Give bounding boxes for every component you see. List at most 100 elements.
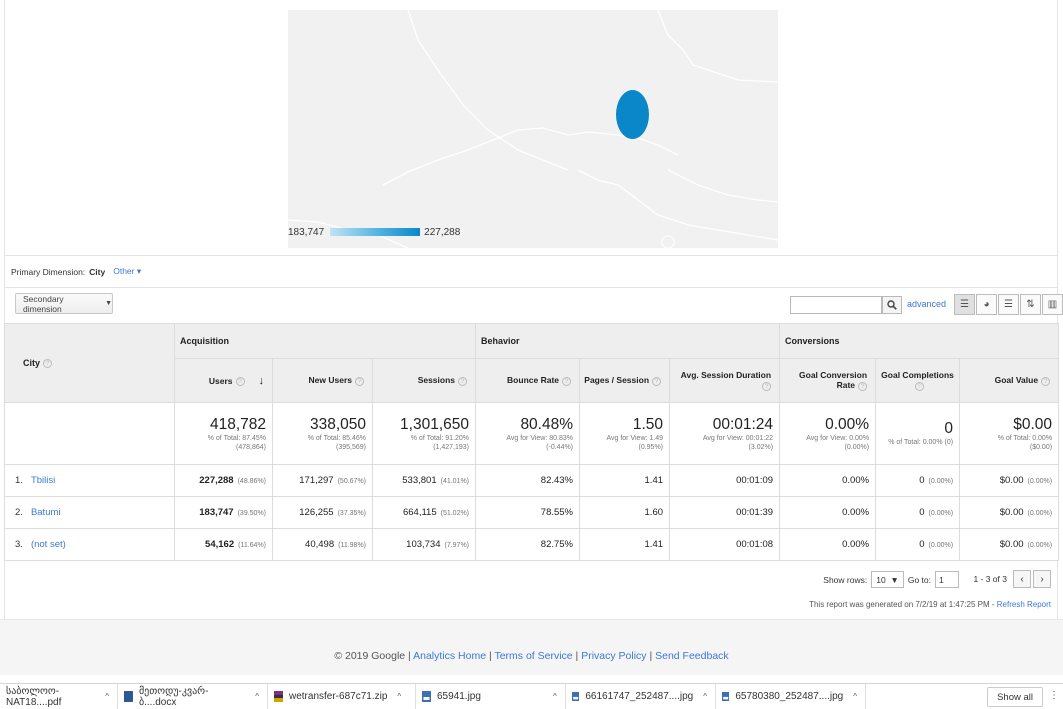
- cell-value: 664,115: [402, 507, 437, 518]
- download-item[interactable]: საბოლოო-NAT18....pdf ^: [0, 683, 118, 709]
- help-icon[interactable]: ?: [562, 376, 572, 386]
- analytics-home-link[interactable]: Analytics Home: [413, 650, 486, 662]
- pivot-view-button[interactable]: ▥: [1042, 294, 1063, 315]
- cell-users: 227,288 (48.86%): [174, 464, 273, 497]
- chevron-up-icon[interactable]: ^: [853, 692, 857, 701]
- cell-goal-value: $0.00 (0.00%): [959, 496, 1060, 529]
- help-icon[interactable]: ?: [43, 359, 53, 369]
- performance-view-button[interactable]: ☰: [998, 294, 1019, 315]
- cell-goal-conversion-rate: 0.00%: [779, 496, 877, 529]
- privacy-link[interactable]: Privacy Policy: [581, 650, 646, 662]
- download-item[interactable]: 66161747_252487....jpg ^: [566, 683, 716, 709]
- table-row: 1. Tbilisi 227,288 (48.86%) 171,297 (50.67%…: [4, 464, 1060, 497]
- column-header-city[interactable]: City?: [4, 323, 175, 403]
- secondary-dimension-dropdown[interactable]: Secondary dimension ▼: [15, 293, 113, 314]
- search-button[interactable]: [882, 296, 902, 314]
- column-header-avg-session-duration[interactable]: Avg. Session Duration?: [669, 358, 781, 403]
- column-header-goal-conversion-rate[interactable]: Goal Conversion Rate?: [779, 358, 877, 403]
- show-all-downloads-button[interactable]: Show all: [987, 687, 1043, 707]
- help-icon[interactable]: ?: [1041, 376, 1051, 386]
- help-icon[interactable]: ?: [458, 376, 468, 386]
- help-icon[interactable]: ?: [914, 381, 924, 391]
- total-sub: Avg for View: 1.49: [606, 434, 664, 442]
- column-header-goal-value[interactable]: Goal Value?: [959, 358, 1060, 403]
- total-sub: Avg for View: 00:01:22: [702, 434, 774, 442]
- cell-goal-value: $0.00 (0.00%): [959, 528, 1060, 561]
- table-view-button[interactable]: ☰: [954, 294, 975, 315]
- cell-value: 0: [919, 475, 925, 486]
- column-header-sessions[interactable]: Sessions?: [371, 358, 477, 403]
- cell-pct: (48.86%): [237, 478, 266, 485]
- chevron-down-icon: ▾: [136, 266, 142, 276]
- show-rows-select[interactable]: 10 ▼: [871, 571, 904, 588]
- primary-dimension-other[interactable]: Other ▾: [113, 266, 141, 277]
- help-icon[interactable]: ?: [762, 381, 772, 391]
- column-header-pages-session[interactable]: Pages / Session?: [579, 358, 671, 403]
- total-sub: (478,864): [236, 443, 266, 451]
- totals-users: 418,782% of Total: 87.45% (478,864): [174, 402, 273, 465]
- advanced-filter-link[interactable]: advanced: [907, 299, 946, 309]
- primary-dimension-city[interactable]: City: [89, 267, 105, 277]
- table-view-icon: ☰: [960, 299, 969, 310]
- terms-link[interactable]: Terms of Service: [494, 650, 572, 662]
- cell-pages-session: 1.41: [579, 528, 671, 561]
- prev-page-button[interactable]: ‹: [1013, 570, 1031, 588]
- next-page-button[interactable]: ›: [1033, 570, 1051, 588]
- secondary-dimension-label: Secondary dimension: [23, 293, 64, 314]
- cell-new-users: 40,498 (11.98%): [272, 528, 373, 561]
- help-icon[interactable]: ?: [858, 381, 868, 391]
- column-header-bounce-rate[interactable]: Bounce Rate?: [475, 358, 581, 403]
- view-toggle-group: ☰ ◕ ☰ ⇅ ▥: [953, 294, 1063, 315]
- chevron-up-icon[interactable]: ^: [703, 692, 707, 701]
- download-name: საბოლოო-NAT18....pdf: [6, 685, 62, 708]
- total-sub: % of Total: 0.00% (0): [888, 439, 954, 446]
- refresh-report-link[interactable]: Refresh Report: [997, 600, 1051, 609]
- comparison-icon: ⇅: [1026, 299, 1035, 310]
- more-options-icon[interactable]: ⋮: [1049, 690, 1059, 701]
- cell-value: 533,801: [402, 475, 437, 486]
- column-header-users[interactable]: Users? ↓: [174, 358, 273, 403]
- total-sub: % of Total: 0.00%: [997, 434, 1053, 442]
- pager: 1 - 3 of 3 ‹ ›: [973, 570, 1051, 588]
- chevron-down-icon: ▼: [890, 574, 899, 585]
- column-header-new-users[interactable]: New Users?: [272, 358, 373, 403]
- help-icon[interactable]: ?: [355, 376, 364, 386]
- help-icon[interactable]: ?: [235, 376, 245, 386]
- cell-pct: (39.50%): [237, 510, 266, 517]
- total-value: 0.00%: [825, 415, 870, 433]
- help-icon[interactable]: ?: [652, 376, 662, 386]
- primary-dimension-label: Primary Dimension:: [11, 266, 86, 277]
- cell-bounce-rate: 82.75%: [475, 528, 581, 561]
- chevron-up-icon[interactable]: ^: [255, 692, 259, 701]
- send-feedback-link[interactable]: Send Feedback: [655, 650, 729, 662]
- download-item[interactable]: მეთოდუ-კვარ-ბ....docx ^: [118, 683, 268, 709]
- cell-goal-completions: 0 (0.00%): [875, 528, 961, 561]
- chevron-up-icon[interactable]: ^: [105, 692, 109, 701]
- comparison-view-button[interactable]: ⇅: [1020, 294, 1041, 315]
- chevron-up-icon[interactable]: ^: [397, 692, 401, 701]
- download-item[interactable]: wetransfer-687c71.zip ^: [268, 683, 416, 709]
- total-sub: (0.95%): [638, 443, 664, 451]
- city-link[interactable]: Batumi: [31, 507, 61, 518]
- total-sub: % of Total: 87.45%: [207, 434, 266, 442]
- cell-goal-completions: 0 (0.00%): [875, 496, 961, 529]
- pie-chart-icon: ◕: [983, 299, 990, 310]
- total-sub: Avg for View: 0.00%: [806, 434, 870, 442]
- column-header-pages-session-label: Pages / Session: [584, 375, 650, 386]
- download-item[interactable]: 65941.jpg ^: [416, 683, 566, 709]
- city-link[interactable]: (not set): [31, 539, 66, 550]
- row-city-cell: 2. Batumi: [4, 496, 175, 529]
- table-footer: Show rows: 10 ▼ Go to: 1 1 - 3 of 3 ‹ › …: [4, 561, 1058, 621]
- map-bubble-tbilisi[interactable]: [616, 90, 649, 139]
- percentage-view-button[interactable]: ◕: [976, 294, 997, 315]
- table-search-input[interactable]: [790, 296, 882, 314]
- city-link[interactable]: Tbilisi: [31, 475, 55, 486]
- group-header-behavior: Behavior: [475, 323, 781, 359]
- download-item[interactable]: 65780380_252487....jpg ^: [716, 683, 866, 709]
- chevron-up-icon[interactable]: ^: [553, 692, 557, 701]
- download-name: 66161747_252487....jpg: [585, 691, 694, 702]
- geo-map[interactable]: 183,747 227,288: [288, 10, 778, 248]
- row-index: 3.: [15, 539, 23, 550]
- goto-input[interactable]: 1: [935, 571, 959, 588]
- column-header-goal-completions[interactable]: Goal Completions?: [875, 358, 961, 403]
